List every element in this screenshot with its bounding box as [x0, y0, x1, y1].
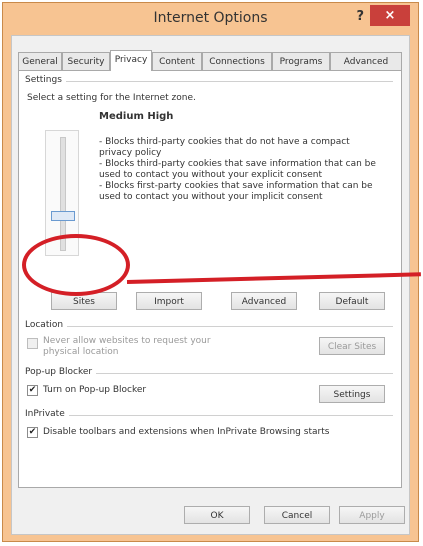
popup-blocker-checkbox[interactable]: ✔ — [27, 385, 38, 396]
tab-security[interactable]: Security — [62, 52, 110, 70]
cancel-button[interactable]: Cancel — [264, 506, 330, 524]
help-button[interactable]: ? — [356, 9, 364, 24]
never-allow-location-checkbox[interactable] — [27, 338, 38, 349]
location-group-label: Location — [25, 320, 68, 330]
disable-toolbars-label: Disable toolbars and extensions when InP… — [43, 427, 330, 437]
popup-group-label: Pop-up Blocker — [25, 367, 97, 377]
never-allow-location-label: Never allow websites to request your phy… — [43, 336, 211, 357]
settings-group-label: Settings — [25, 75, 66, 85]
tab-advanced[interactable]: Advanced — [330, 52, 402, 70]
popup-blocker-label: Turn on Pop-up Blocker — [43, 385, 147, 395]
tab-general[interactable]: General — [18, 52, 62, 70]
tab-programs[interactable]: Programs — [272, 52, 330, 70]
privacy-level-name: Medium High — [99, 111, 174, 122]
tab-privacy[interactable]: Privacy — [110, 50, 152, 71]
slider-thumb[interactable] — [51, 211, 75, 221]
title-bar[interactable]: Internet Options ? × — [3, 3, 418, 34]
disable-toolbars-checkbox[interactable]: ✔ — [27, 427, 38, 438]
popup-settings-button[interactable]: Settings — [319, 385, 385, 403]
inprivate-group-label: InPrivate — [25, 409, 69, 419]
highlight-circle-annotation — [22, 234, 130, 296]
tab-content[interactable]: Content — [152, 52, 202, 70]
privacy-bullet-1: - Blocks third-party cookies that do not… — [99, 137, 350, 158]
default-button[interactable]: Default — [319, 292, 385, 310]
close-button[interactable]: × — [370, 5, 410, 26]
settings-description: Select a setting for the Internet zone. — [27, 93, 196, 103]
tab-connections[interactable]: Connections — [202, 52, 272, 70]
advanced-button[interactable]: Advanced — [231, 292, 297, 310]
privacy-bullet-2: - Blocks third-party cookies that save i… — [99, 159, 376, 180]
privacy-bullet-3: - Blocks first-party cookies that save i… — [99, 181, 373, 202]
clear-sites-button[interactable]: Clear Sites — [319, 337, 385, 355]
ok-button[interactable]: OK — [184, 506, 250, 524]
import-button[interactable]: Import — [136, 292, 202, 310]
tab-strip: General Security Privacy Content Connect… — [18, 50, 402, 71]
inprivate-group-divider — [27, 415, 393, 416]
apply-button[interactable]: Apply — [339, 506, 405, 524]
settings-group-divider — [27, 81, 393, 82]
location-group-divider — [27, 326, 393, 327]
